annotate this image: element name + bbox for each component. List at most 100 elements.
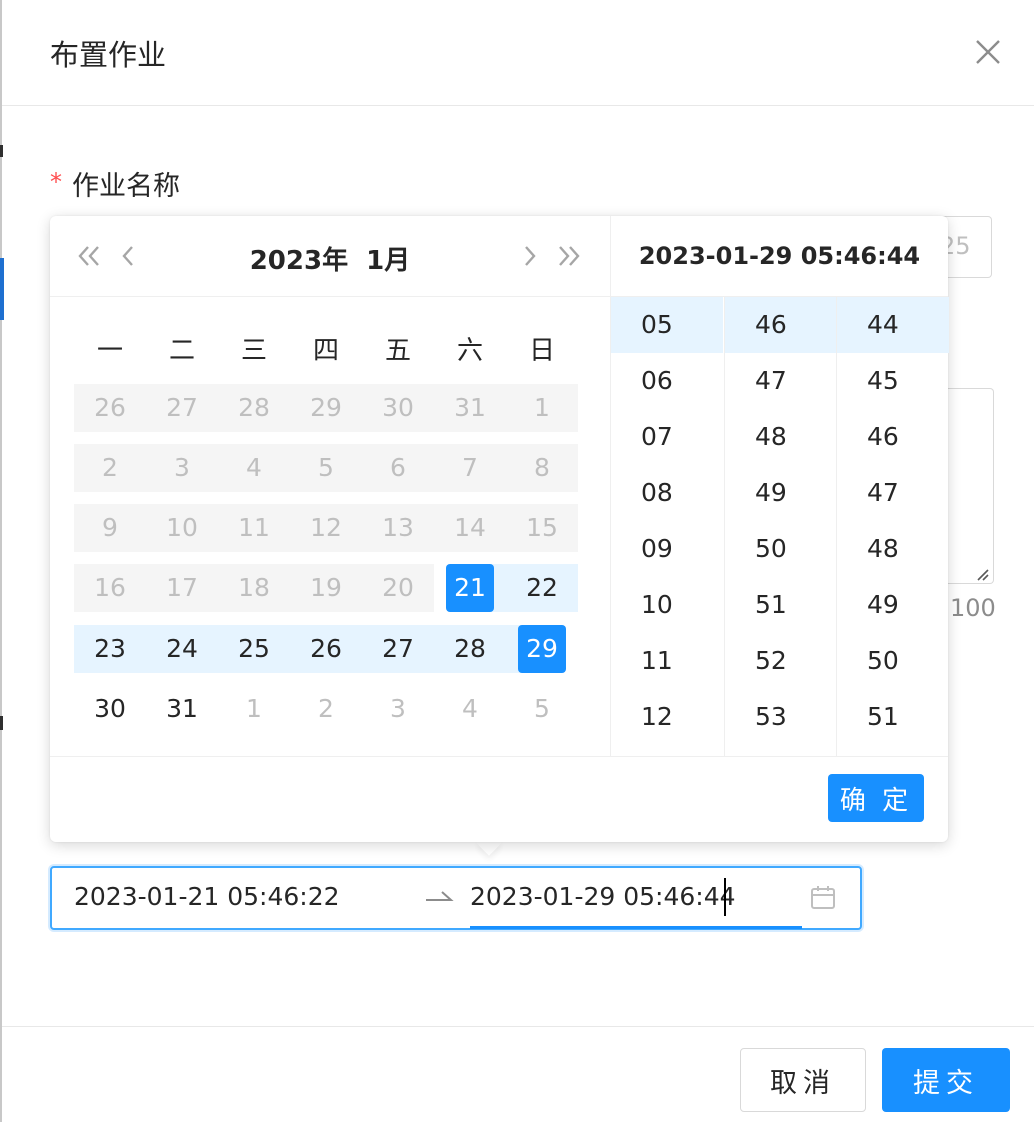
calendar-day[interactable]: 1 xyxy=(218,685,290,733)
submit-button[interactable]: 提交 xyxy=(882,1048,1010,1112)
textarea-char-count: 100 xyxy=(950,594,996,622)
minute-option[interactable]: 53 xyxy=(725,689,837,745)
resize-handle-icon[interactable] xyxy=(972,564,990,582)
calendar-day[interactable]: 27 xyxy=(146,384,218,432)
second-option[interactable]: 49 xyxy=(837,577,949,633)
confirm-button[interactable]: 确 定 xyxy=(828,774,924,822)
calendar-day-range-start[interactable]: 21 xyxy=(434,564,506,612)
calendar-day[interactable]: 12 xyxy=(290,504,362,552)
calendar-day[interactable]: 31 xyxy=(146,685,218,733)
calendar-day[interactable]: 28 xyxy=(434,625,506,673)
footer-divider xyxy=(2,1026,1034,1027)
calendar-day[interactable]: 31 xyxy=(434,384,506,432)
required-mark: * xyxy=(50,168,62,196)
calendar-day[interactable]: 6 xyxy=(362,444,434,492)
calendar-day[interactable]: 5 xyxy=(290,444,362,492)
hour-option[interactable]: 11 xyxy=(611,633,723,689)
calendar-day[interactable]: 2 xyxy=(74,444,146,492)
hour-option[interactable]: 08 xyxy=(611,465,723,521)
minute-option[interactable]: 50 xyxy=(725,521,837,577)
minute-option[interactable]: 51 xyxy=(725,577,837,633)
hour-option[interactable]: 05 xyxy=(611,297,723,353)
minute-option[interactable]: 52 xyxy=(725,633,837,689)
calendar-day[interactable]: 16 xyxy=(74,564,146,612)
second-option[interactable]: 51 xyxy=(837,689,949,745)
calendar-day[interactable]: 3 xyxy=(146,444,218,492)
hour-option[interactable]: 07 xyxy=(611,409,723,465)
calendar-day[interactable]: 19 xyxy=(290,564,362,612)
range-separator-icon xyxy=(424,886,454,906)
weekday-label: 一 xyxy=(96,336,123,366)
calendar-day[interactable]: 24 xyxy=(146,625,218,673)
calendar-day[interactable]: 29 xyxy=(290,384,362,432)
second-option[interactable]: 45 xyxy=(837,353,949,409)
active-input-indicator xyxy=(470,926,802,929)
calendar-day[interactable]: 15 xyxy=(506,504,578,552)
calendar-day[interactable]: 27 xyxy=(362,625,434,673)
cancel-button[interactable]: 取消 xyxy=(740,1048,866,1112)
calendar-day[interactable]: 28 xyxy=(218,384,290,432)
weekday-label: 三 xyxy=(240,336,267,366)
date-range-input[interactable]: 2023-01-21 05:46:22 2023-01-29 05:46:44 xyxy=(50,866,862,930)
background-accent xyxy=(0,258,4,320)
selected-datetime-header: 2023-01-29 05:46:44 xyxy=(611,216,948,297)
calendar-day[interactable]: 26 xyxy=(74,384,146,432)
minute-option[interactable]: 47 xyxy=(725,353,837,409)
weekday-label: 五 xyxy=(384,336,411,366)
calendar-day[interactable]: 7 xyxy=(434,444,506,492)
calendar-day[interactable]: 25 xyxy=(218,625,290,673)
close-icon[interactable] xyxy=(972,36,1004,68)
hour-column[interactable]: 05 06 07 08 09 10 11 12 xyxy=(611,297,723,756)
header-divider xyxy=(2,105,1034,106)
weekday-label: 四 xyxy=(312,336,339,366)
calendar-day[interactable]: 4 xyxy=(434,685,506,733)
calendar-header: 2023年 1月 xyxy=(50,216,610,297)
calendar-day[interactable]: 13 xyxy=(362,504,434,552)
calendar-day[interactable]: 5 xyxy=(506,685,578,733)
weekday-label: 日 xyxy=(528,336,555,366)
hour-option[interactable]: 09 xyxy=(611,521,723,577)
calendar-day[interactable]: 20 xyxy=(362,564,434,612)
minute-column[interactable]: 46 47 48 49 50 51 52 53 xyxy=(725,297,837,756)
background-mark xyxy=(0,145,3,157)
text-caret xyxy=(724,878,726,916)
calendar-day[interactable]: 23 xyxy=(74,625,146,673)
minute-option[interactable]: 49 xyxy=(725,465,837,521)
calendar-day-range-end[interactable]: 29 xyxy=(506,625,578,673)
calendar-day[interactable]: 10 xyxy=(146,504,218,552)
second-option[interactable]: 48 xyxy=(837,521,949,577)
hour-option[interactable]: 10 xyxy=(611,577,723,633)
minute-option[interactable]: 48 xyxy=(725,409,837,465)
calendar-day[interactable]: 1 xyxy=(506,384,578,432)
range-start-input[interactable]: 2023-01-21 05:46:22 xyxy=(74,882,340,911)
weekday-label: 二 xyxy=(168,336,195,366)
calendar-icon[interactable] xyxy=(810,884,836,910)
calendar-day[interactable]: 22 xyxy=(506,564,578,612)
next-year-icon[interactable] xyxy=(554,242,584,270)
calendar-day[interactable]: 26 xyxy=(290,625,362,673)
calendar-day[interactable]: 17 xyxy=(146,564,218,612)
calendar-day[interactable]: 18 xyxy=(218,564,290,612)
calendar-day[interactable]: 9 xyxy=(74,504,146,552)
calendar-day[interactable]: 30 xyxy=(362,384,434,432)
calendar-day[interactable]: 4 xyxy=(218,444,290,492)
second-column[interactable]: 44 45 46 47 48 49 50 51 xyxy=(837,297,949,756)
calendar-day[interactable]: 11 xyxy=(218,504,290,552)
calendar-day[interactable]: 2 xyxy=(290,685,362,733)
next-month-icon[interactable] xyxy=(514,242,544,270)
date-range-picker-popup: 2023年 1月 2023-01-29 05:46:44 一 二 三 四 五 六… xyxy=(50,216,949,842)
weekday-label: 六 xyxy=(456,336,483,366)
calendar-day[interactable]: 14 xyxy=(434,504,506,552)
picker-footer-divider xyxy=(50,756,948,757)
range-end-input[interactable]: 2023-01-29 05:46:44 xyxy=(470,882,736,911)
second-option[interactable]: 44 xyxy=(837,297,949,353)
second-option[interactable]: 50 xyxy=(837,633,949,689)
calendar-day[interactable]: 30 xyxy=(74,685,146,733)
second-option[interactable]: 46 xyxy=(837,409,949,465)
second-option[interactable]: 47 xyxy=(837,465,949,521)
minute-option[interactable]: 46 xyxy=(725,297,837,353)
calendar-day[interactable]: 3 xyxy=(362,685,434,733)
calendar-day[interactable]: 8 xyxy=(506,444,578,492)
hour-option[interactable]: 06 xyxy=(611,353,723,409)
hour-option[interactable]: 12 xyxy=(611,689,723,745)
